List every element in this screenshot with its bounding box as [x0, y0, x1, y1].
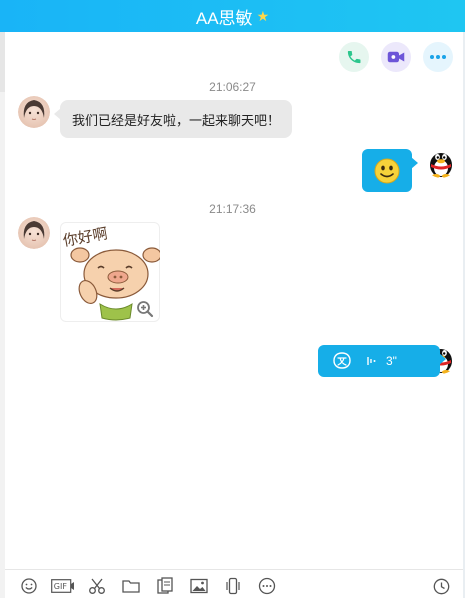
gif-icon: GIF [51, 579, 74, 593]
shake-button[interactable] [216, 574, 250, 598]
emoji-icon [21, 578, 37, 594]
penguin-icon [430, 153, 452, 178]
document-button[interactable] [148, 574, 182, 598]
speech-to-text-icon[interactable] [332, 351, 352, 371]
shake-icon [226, 577, 240, 595]
emoji-message-bubble[interactable] [362, 149, 418, 192]
video-call-button[interactable] [381, 42, 411, 72]
phone-call-button[interactable] [339, 42, 369, 72]
voice-wave-icon [366, 354, 380, 368]
voice-message-bubble[interactable]: 3" [318, 345, 446, 377]
file-icon [157, 577, 173, 594]
smiley-icon [374, 158, 400, 184]
message-text: 我们已经是好友啦，一起来聊天吧！ [72, 112, 281, 128]
svg-text:GIF: GIF [54, 582, 68, 591]
sticker-message[interactable]: 你好啊 [60, 222, 162, 322]
zoom-in-icon[interactable] [136, 300, 154, 318]
friend-avatar[interactable] [18, 96, 50, 128]
input-toolbar: GIF [12, 574, 458, 598]
more-options-button[interactable] [423, 42, 453, 72]
timestamp: 21:17:36 [209, 202, 256, 216]
emoji-button[interactable] [12, 574, 46, 598]
folder-icon [122, 580, 140, 593]
sticker-text: 你好啊 [62, 224, 109, 250]
star-icon: ★ [256, 7, 270, 24]
send-image-button[interactable] [182, 574, 216, 598]
self-avatar[interactable] [425, 146, 457, 178]
input-divider [5, 569, 463, 570]
more-icon [258, 577, 276, 595]
image-icon [190, 578, 208, 594]
history-clock-icon [433, 578, 449, 594]
more-tools-button[interactable] [250, 574, 284, 598]
friend-avatar[interactable] [18, 217, 50, 249]
screenshot-button[interactable] [80, 574, 114, 598]
more-icon [430, 55, 446, 59]
scissors-icon [89, 578, 105, 594]
timestamp: 21:06:27 [209, 80, 256, 94]
phone-icon [347, 51, 361, 64]
left-rail [0, 32, 5, 598]
voice-duration: 3" [386, 354, 397, 368]
chat-title: AA思敏 [195, 8, 253, 28]
chat-history-button[interactable] [424, 574, 458, 598]
video-call-icon [387, 51, 405, 63]
chat-header: AA思敏 ★ [0, 0, 465, 32]
gif-button[interactable]: GIF [46, 574, 80, 598]
friend-avatar-image [18, 217, 50, 249]
message-bubble[interactable]: 我们已经是好友啦，一起来聊天吧！ [53, 100, 293, 138]
friend-avatar-image [18, 96, 50, 128]
send-file-button[interactable] [114, 574, 148, 598]
top-actions [339, 42, 453, 72]
